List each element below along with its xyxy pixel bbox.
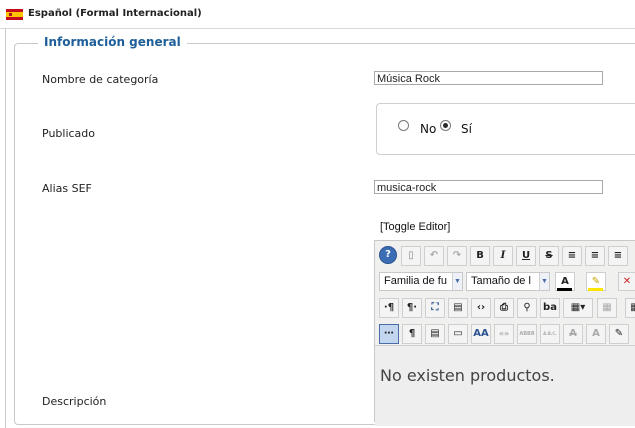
alias-label: Alias SEF [42,182,92,195]
category-name-input[interactable]: Música Rock [374,71,603,85]
find-icon[interactable]: ⚲ [517,298,537,318]
language-label: Español (Formal Internacional) [28,8,202,19]
font-color-swatch [557,288,572,291]
visual-aid-icon[interactable]: ⋯ [379,324,399,344]
abbr-icon[interactable]: ABBR [517,324,537,344]
redo-icon[interactable]: ↷ [447,246,467,266]
published-label: Publicado [42,127,96,140]
published-no-radio[interactable] [398,120,409,131]
print-icon[interactable]: ⎙ [494,298,514,318]
rtl-icon[interactable]: ¶· [402,298,422,318]
html-source-icon[interactable]: ‹› [471,298,491,318]
remove-format-icon[interactable]: ✕ [618,272,635,291]
fullscreen-icon[interactable]: ⛶ [425,298,445,318]
bold-icon[interactable]: B [470,246,490,266]
highlight-color-swatch [588,288,603,291]
alias-input[interactable]: musica-rock [374,180,603,194]
acronym-icon[interactable]: A.B.C. [540,324,560,344]
justify-full-icon[interactable]: ≡ [562,246,582,266]
italic-icon[interactable]: I [493,246,513,266]
undo-icon[interactable]: ↶ [424,246,444,266]
font-family-select[interactable]: Familia de fu ▼ [379,272,463,291]
fieldset-legend: Información general [38,35,187,49]
published-yes-radio[interactable] [440,120,451,131]
styles-icon[interactable]: AA [471,324,491,344]
paste-icon[interactable]: ▤ [448,298,468,318]
ltr-icon[interactable]: ·¶ [379,298,399,318]
show-blocks-icon[interactable]: ¶ [402,324,422,344]
category-name-label: Nombre de categoría [42,73,159,86]
editor-content-area[interactable] [375,345,635,426]
cite-icon[interactable]: «» [494,324,514,344]
font-size-select[interactable]: Tamaño de l ▼ [466,272,550,291]
language-header: Español (Formal Internacional) [0,0,635,29]
published-no-label: No [420,122,437,136]
chevron-down-icon: ▼ [452,273,462,290]
new-document-icon[interactable]: ▯ [401,246,421,266]
subscript-icon[interactable]: ba [540,298,560,318]
layer-icon[interactable]: ▭ [448,324,468,344]
del-icon[interactable]: A [563,324,583,344]
published-yes-label: Sí [461,122,472,136]
table-props-icon[interactable]: ▦ [625,298,635,318]
align-left-icon[interactable]: ≡ [608,246,628,266]
ins-icon[interactable]: A [586,324,606,344]
template-icon[interactable]: ▤ [425,324,445,344]
toggle-editor-link[interactable]: [Toggle Editor] [380,221,450,233]
spain-flag-icon [6,9,23,20]
align-center-icon[interactable]: ≡ [585,246,605,266]
delete-table-icon[interactable]: ▦ [597,298,617,318]
chevron-down-icon: ▼ [539,273,549,290]
table-icon[interactable]: ▦▾ [563,298,593,318]
help-icon[interactable]: ? [379,246,397,264]
underline-icon[interactable]: U [516,246,536,266]
published-radio-group [376,103,635,155]
strikethrough-icon[interactable]: S [539,246,559,266]
attributes-icon[interactable]: ✎ [609,324,629,344]
editor-content-text: No existen productos. [380,366,555,385]
description-label: Descripción [42,395,107,408]
